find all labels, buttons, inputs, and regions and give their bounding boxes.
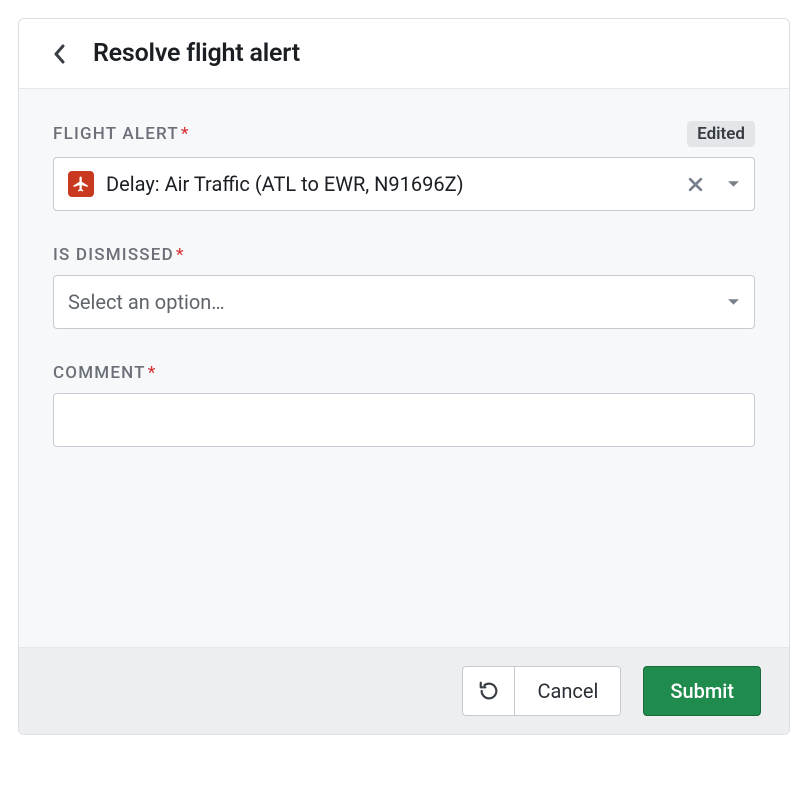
is-dismissed-select[interactable]: Select an option… bbox=[53, 275, 755, 329]
edited-badge: Edited bbox=[687, 121, 755, 147]
label-row: FLIGHT ALERT* Edited bbox=[53, 121, 755, 147]
submit-button[interactable]: Submit bbox=[643, 666, 761, 716]
flight-alert-select[interactable]: Delay: Air Traffic (ATL to EWR, N91696Z) bbox=[53, 157, 755, 211]
clear-icon[interactable] bbox=[686, 175, 704, 193]
resolve-flight-alert-panel: Resolve flight alert FLIGHT ALERT* Edite… bbox=[18, 18, 790, 735]
flight-alert-label: FLIGHT ALERT* bbox=[53, 124, 190, 144]
flight-alert-field: FLIGHT ALERT* Edited Delay: Air Traffic … bbox=[53, 121, 755, 211]
chevron-left-icon bbox=[53, 44, 65, 64]
caret-down-icon bbox=[726, 295, 740, 309]
cancel-button-group: Cancel bbox=[462, 666, 621, 716]
comment-field: COMMENT* bbox=[53, 363, 755, 447]
comment-label: COMMENT* bbox=[53, 363, 156, 383]
required-asterisk: * bbox=[181, 124, 190, 144]
label-text: FLIGHT ALERT bbox=[53, 124, 179, 144]
label-text: IS DISMISSED bbox=[53, 245, 174, 265]
panel-footer: Cancel Submit bbox=[19, 647, 789, 734]
label-row: COMMENT* bbox=[53, 363, 755, 383]
panel-body: FLIGHT ALERT* Edited Delay: Air Traffic … bbox=[19, 89, 789, 647]
flight-alert-value: Delay: Air Traffic (ATL to EWR, N91696Z) bbox=[106, 172, 674, 196]
caret-down-icon bbox=[726, 177, 740, 191]
cancel-button[interactable]: Cancel bbox=[515, 667, 620, 715]
reset-button[interactable] bbox=[463, 667, 515, 715]
required-asterisk: * bbox=[148, 363, 157, 383]
is-dismissed-field: IS DISMISSED* Select an option… bbox=[53, 245, 755, 329]
panel-header: Resolve flight alert bbox=[19, 19, 789, 89]
back-button[interactable] bbox=[47, 42, 71, 66]
comment-input[interactable] bbox=[53, 393, 755, 447]
required-asterisk: * bbox=[176, 245, 185, 265]
reset-icon bbox=[478, 680, 500, 702]
is-dismissed-placeholder: Select an option… bbox=[68, 290, 704, 314]
plane-icon bbox=[68, 171, 94, 197]
label-row: IS DISMISSED* bbox=[53, 245, 755, 265]
label-text: COMMENT bbox=[53, 363, 146, 383]
page-title: Resolve flight alert bbox=[93, 39, 300, 68]
is-dismissed-label: IS DISMISSED* bbox=[53, 245, 185, 265]
